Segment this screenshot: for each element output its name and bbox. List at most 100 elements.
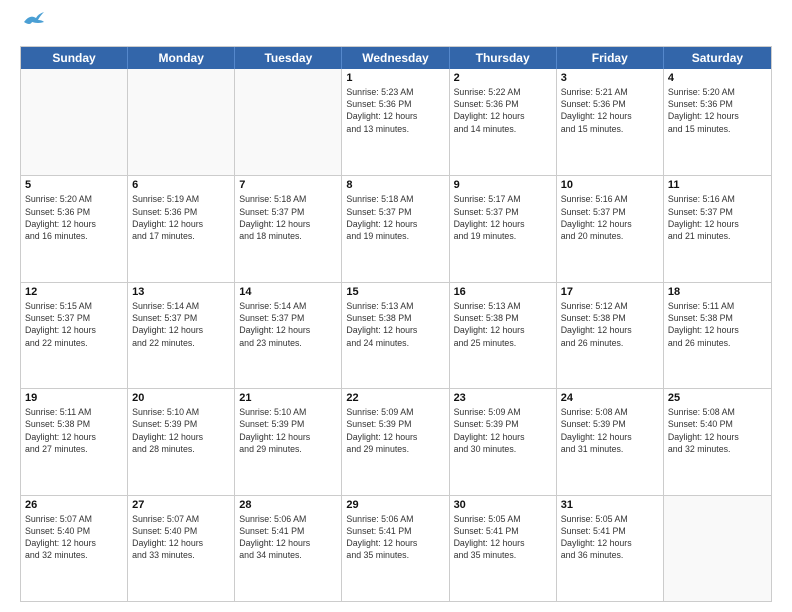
day-info: Sunrise: 5:08 AM Sunset: 5:39 PM Dayligh… xyxy=(561,406,659,455)
day-cell-empty-0-2 xyxy=(235,69,342,175)
day-cell-26: 26 Sunrise: 5:07 AM Sunset: 5:40 PM Dayli… xyxy=(21,496,128,601)
day-number: 6 xyxy=(132,179,230,191)
day-number: 8 xyxy=(346,179,444,191)
day-cell-22: 22 Sunrise: 5:09 AM Sunset: 5:39 PM Dayli… xyxy=(342,389,449,494)
day-info: Sunrise: 5:21 AM Sunset: 5:36 PM Dayligh… xyxy=(561,86,659,135)
calendar-row-4: 26 Sunrise: 5:07 AM Sunset: 5:40 PM Dayli… xyxy=(21,495,771,601)
day-info: Sunrise: 5:13 AM Sunset: 5:38 PM Dayligh… xyxy=(454,300,552,349)
day-cell-6: 6 Sunrise: 5:19 AM Sunset: 5:36 PM Daylig… xyxy=(128,176,235,281)
day-number: 23 xyxy=(454,392,552,404)
day-number: 30 xyxy=(454,499,552,511)
day-cell-7: 7 Sunrise: 5:18 AM Sunset: 5:37 PM Daylig… xyxy=(235,176,342,281)
weekday-header-saturday: Saturday xyxy=(664,47,771,69)
day-number: 3 xyxy=(561,72,659,84)
day-number: 10 xyxy=(561,179,659,191)
day-number: 27 xyxy=(132,499,230,511)
day-number: 29 xyxy=(346,499,444,511)
day-number: 16 xyxy=(454,286,552,298)
day-number: 19 xyxy=(25,392,123,404)
day-cell-20: 20Sunrise: 5:10 AM Sunset: 5:39 PM Dayli… xyxy=(128,389,235,494)
day-cell-14: 14Sunrise: 5:14 AM Sunset: 5:37 PM Dayli… xyxy=(235,283,342,388)
day-info: Sunrise: 5:22 AM Sunset: 5:36 PM Dayligh… xyxy=(454,86,552,135)
day-number: 17 xyxy=(561,286,659,298)
day-info: Sunrise: 5:16 AM Sunset: 5:37 PM Dayligh… xyxy=(668,193,767,242)
day-cell-10: 10 Sunrise: 5:16 AM Sunset: 5:37 PM Dayli… xyxy=(557,176,664,281)
day-cell-24: 24Sunrise: 5:08 AM Sunset: 5:39 PM Dayli… xyxy=(557,389,664,494)
day-number: 1 xyxy=(346,72,444,84)
day-cell-empty-4-6 xyxy=(664,496,771,601)
day-cell-1: 1 Sunrise: 5:23 AM Sunset: 5:36 PM Daylig… xyxy=(342,69,449,175)
day-number: 12 xyxy=(25,286,123,298)
day-number: 25 xyxy=(668,392,767,404)
day-info: Sunrise: 5:11 AM Sunset: 5:38 PM Dayligh… xyxy=(668,300,767,349)
day-number: 15 xyxy=(346,286,444,298)
day-cell-27: 27 Sunrise: 5:07 AM Sunset: 5:40 PM Dayli… xyxy=(128,496,235,601)
day-info: Sunrise: 5:13 AM Sunset: 5:38 PM Dayligh… xyxy=(346,300,444,349)
day-info: Sunrise: 5:17 AM Sunset: 5:37 PM Dayligh… xyxy=(454,193,552,242)
day-info: Sunrise: 5:11 AM Sunset: 5:38 PM Dayligh… xyxy=(25,406,123,455)
day-info: Sunrise: 5:16 AM Sunset: 5:37 PM Dayligh… xyxy=(561,193,659,242)
header xyxy=(20,16,772,36)
day-cell-11: 11Sunrise: 5:16 AM Sunset: 5:37 PM Dayli… xyxy=(664,176,771,281)
day-cell-25: 25 Sunrise: 5:08 AM Sunset: 5:40 PM Dayli… xyxy=(664,389,771,494)
day-cell-17: 17 Sunrise: 5:12 AM Sunset: 5:38 PM Dayli… xyxy=(557,283,664,388)
day-cell-16: 16 Sunrise: 5:13 AM Sunset: 5:38 PM Dayli… xyxy=(450,283,557,388)
day-info: Sunrise: 5:23 AM Sunset: 5:36 PM Dayligh… xyxy=(346,86,444,135)
day-cell-12: 12 Sunrise: 5:15 AM Sunset: 5:37 PM Dayli… xyxy=(21,283,128,388)
day-cell-empty-0-1 xyxy=(128,69,235,175)
day-cell-23: 23 Sunrise: 5:09 AM Sunset: 5:39 PM Dayli… xyxy=(450,389,557,494)
day-info: Sunrise: 5:08 AM Sunset: 5:40 PM Dayligh… xyxy=(668,406,767,455)
weekday-header-friday: Friday xyxy=(557,47,664,69)
calendar-row-2: 12 Sunrise: 5:15 AM Sunset: 5:37 PM Dayli… xyxy=(21,282,771,388)
day-info: Sunrise: 5:18 AM Sunset: 5:37 PM Dayligh… xyxy=(239,193,337,242)
day-number: 7 xyxy=(239,179,337,191)
calendar: SundayMondayTuesdayWednesdayThursdayFrid… xyxy=(20,46,772,602)
day-number: 14 xyxy=(239,286,337,298)
day-info: Sunrise: 5:09 AM Sunset: 5:39 PM Dayligh… xyxy=(454,406,552,455)
day-info: Sunrise: 5:12 AM Sunset: 5:38 PM Dayligh… xyxy=(561,300,659,349)
day-number: 26 xyxy=(25,499,123,511)
day-cell-18: 18 Sunrise: 5:11 AM Sunset: 5:38 PM Dayli… xyxy=(664,283,771,388)
day-info: Sunrise: 5:14 AM Sunset: 5:37 PM Dayligh… xyxy=(132,300,230,349)
day-info: Sunrise: 5:19 AM Sunset: 5:36 PM Dayligh… xyxy=(132,193,230,242)
day-cell-3: 3 Sunrise: 5:21 AM Sunset: 5:36 PM Daylig… xyxy=(557,69,664,175)
weekday-header-monday: Monday xyxy=(128,47,235,69)
logo-bird-icon xyxy=(22,12,44,30)
day-cell-9: 9Sunrise: 5:17 AM Sunset: 5:37 PM Daylig… xyxy=(450,176,557,281)
weekday-header-sunday: Sunday xyxy=(21,47,128,69)
day-info: Sunrise: 5:07 AM Sunset: 5:40 PM Dayligh… xyxy=(132,513,230,562)
day-number: 18 xyxy=(668,286,767,298)
page: SundayMondayTuesdayWednesdayThursdayFrid… xyxy=(0,0,792,612)
calendar-body: 1 Sunrise: 5:23 AM Sunset: 5:36 PM Daylig… xyxy=(21,69,771,601)
day-cell-15: 15 Sunrise: 5:13 AM Sunset: 5:38 PM Dayli… xyxy=(342,283,449,388)
day-info: Sunrise: 5:09 AM Sunset: 5:39 PM Dayligh… xyxy=(346,406,444,455)
day-number: 22 xyxy=(346,392,444,404)
day-info: Sunrise: 5:20 AM Sunset: 5:36 PM Dayligh… xyxy=(25,193,123,242)
day-number: 28 xyxy=(239,499,337,511)
day-info: Sunrise: 5:15 AM Sunset: 5:37 PM Dayligh… xyxy=(25,300,123,349)
day-number: 4 xyxy=(668,72,767,84)
day-cell-4: 4 Sunrise: 5:20 AM Sunset: 5:36 PM Daylig… xyxy=(664,69,771,175)
day-info: Sunrise: 5:10 AM Sunset: 5:39 PM Dayligh… xyxy=(239,406,337,455)
day-info: Sunrise: 5:05 AM Sunset: 5:41 PM Dayligh… xyxy=(454,513,552,562)
calendar-header: SundayMondayTuesdayWednesdayThursdayFrid… xyxy=(21,47,771,69)
day-info: Sunrise: 5:06 AM Sunset: 5:41 PM Dayligh… xyxy=(239,513,337,562)
day-info: Sunrise: 5:20 AM Sunset: 5:36 PM Dayligh… xyxy=(668,86,767,135)
day-cell-28: 28 Sunrise: 5:06 AM Sunset: 5:41 PM Dayli… xyxy=(235,496,342,601)
logo xyxy=(20,16,44,36)
day-cell-13: 13Sunrise: 5:14 AM Sunset: 5:37 PM Dayli… xyxy=(128,283,235,388)
day-cell-2: 2 Sunrise: 5:22 AM Sunset: 5:36 PM Daylig… xyxy=(450,69,557,175)
weekday-header-thursday: Thursday xyxy=(450,47,557,69)
day-number: 31 xyxy=(561,499,659,511)
weekday-header-wednesday: Wednesday xyxy=(342,47,449,69)
day-number: 5 xyxy=(25,179,123,191)
calendar-row-3: 19 Sunrise: 5:11 AM Sunset: 5:38 PM Dayli… xyxy=(21,388,771,494)
calendar-row-1: 5 Sunrise: 5:20 AM Sunset: 5:36 PM Daylig… xyxy=(21,175,771,281)
day-cell-19: 19 Sunrise: 5:11 AM Sunset: 5:38 PM Dayli… xyxy=(21,389,128,494)
weekday-header-tuesday: Tuesday xyxy=(235,47,342,69)
day-number: 21 xyxy=(239,392,337,404)
day-number: 2 xyxy=(454,72,552,84)
day-info: Sunrise: 5:07 AM Sunset: 5:40 PM Dayligh… xyxy=(25,513,123,562)
day-info: Sunrise: 5:05 AM Sunset: 5:41 PM Dayligh… xyxy=(561,513,659,562)
day-cell-empty-0-0 xyxy=(21,69,128,175)
